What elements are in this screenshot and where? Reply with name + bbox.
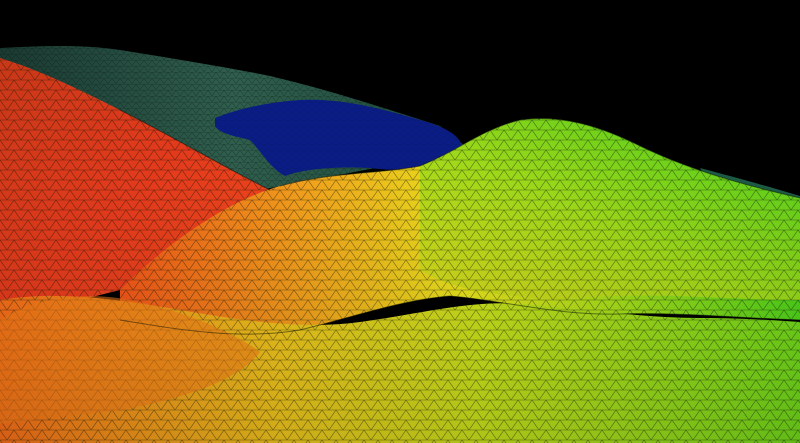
terrain-wireframe-render [0, 0, 800, 443]
terrain-shade [0, 180, 800, 443]
